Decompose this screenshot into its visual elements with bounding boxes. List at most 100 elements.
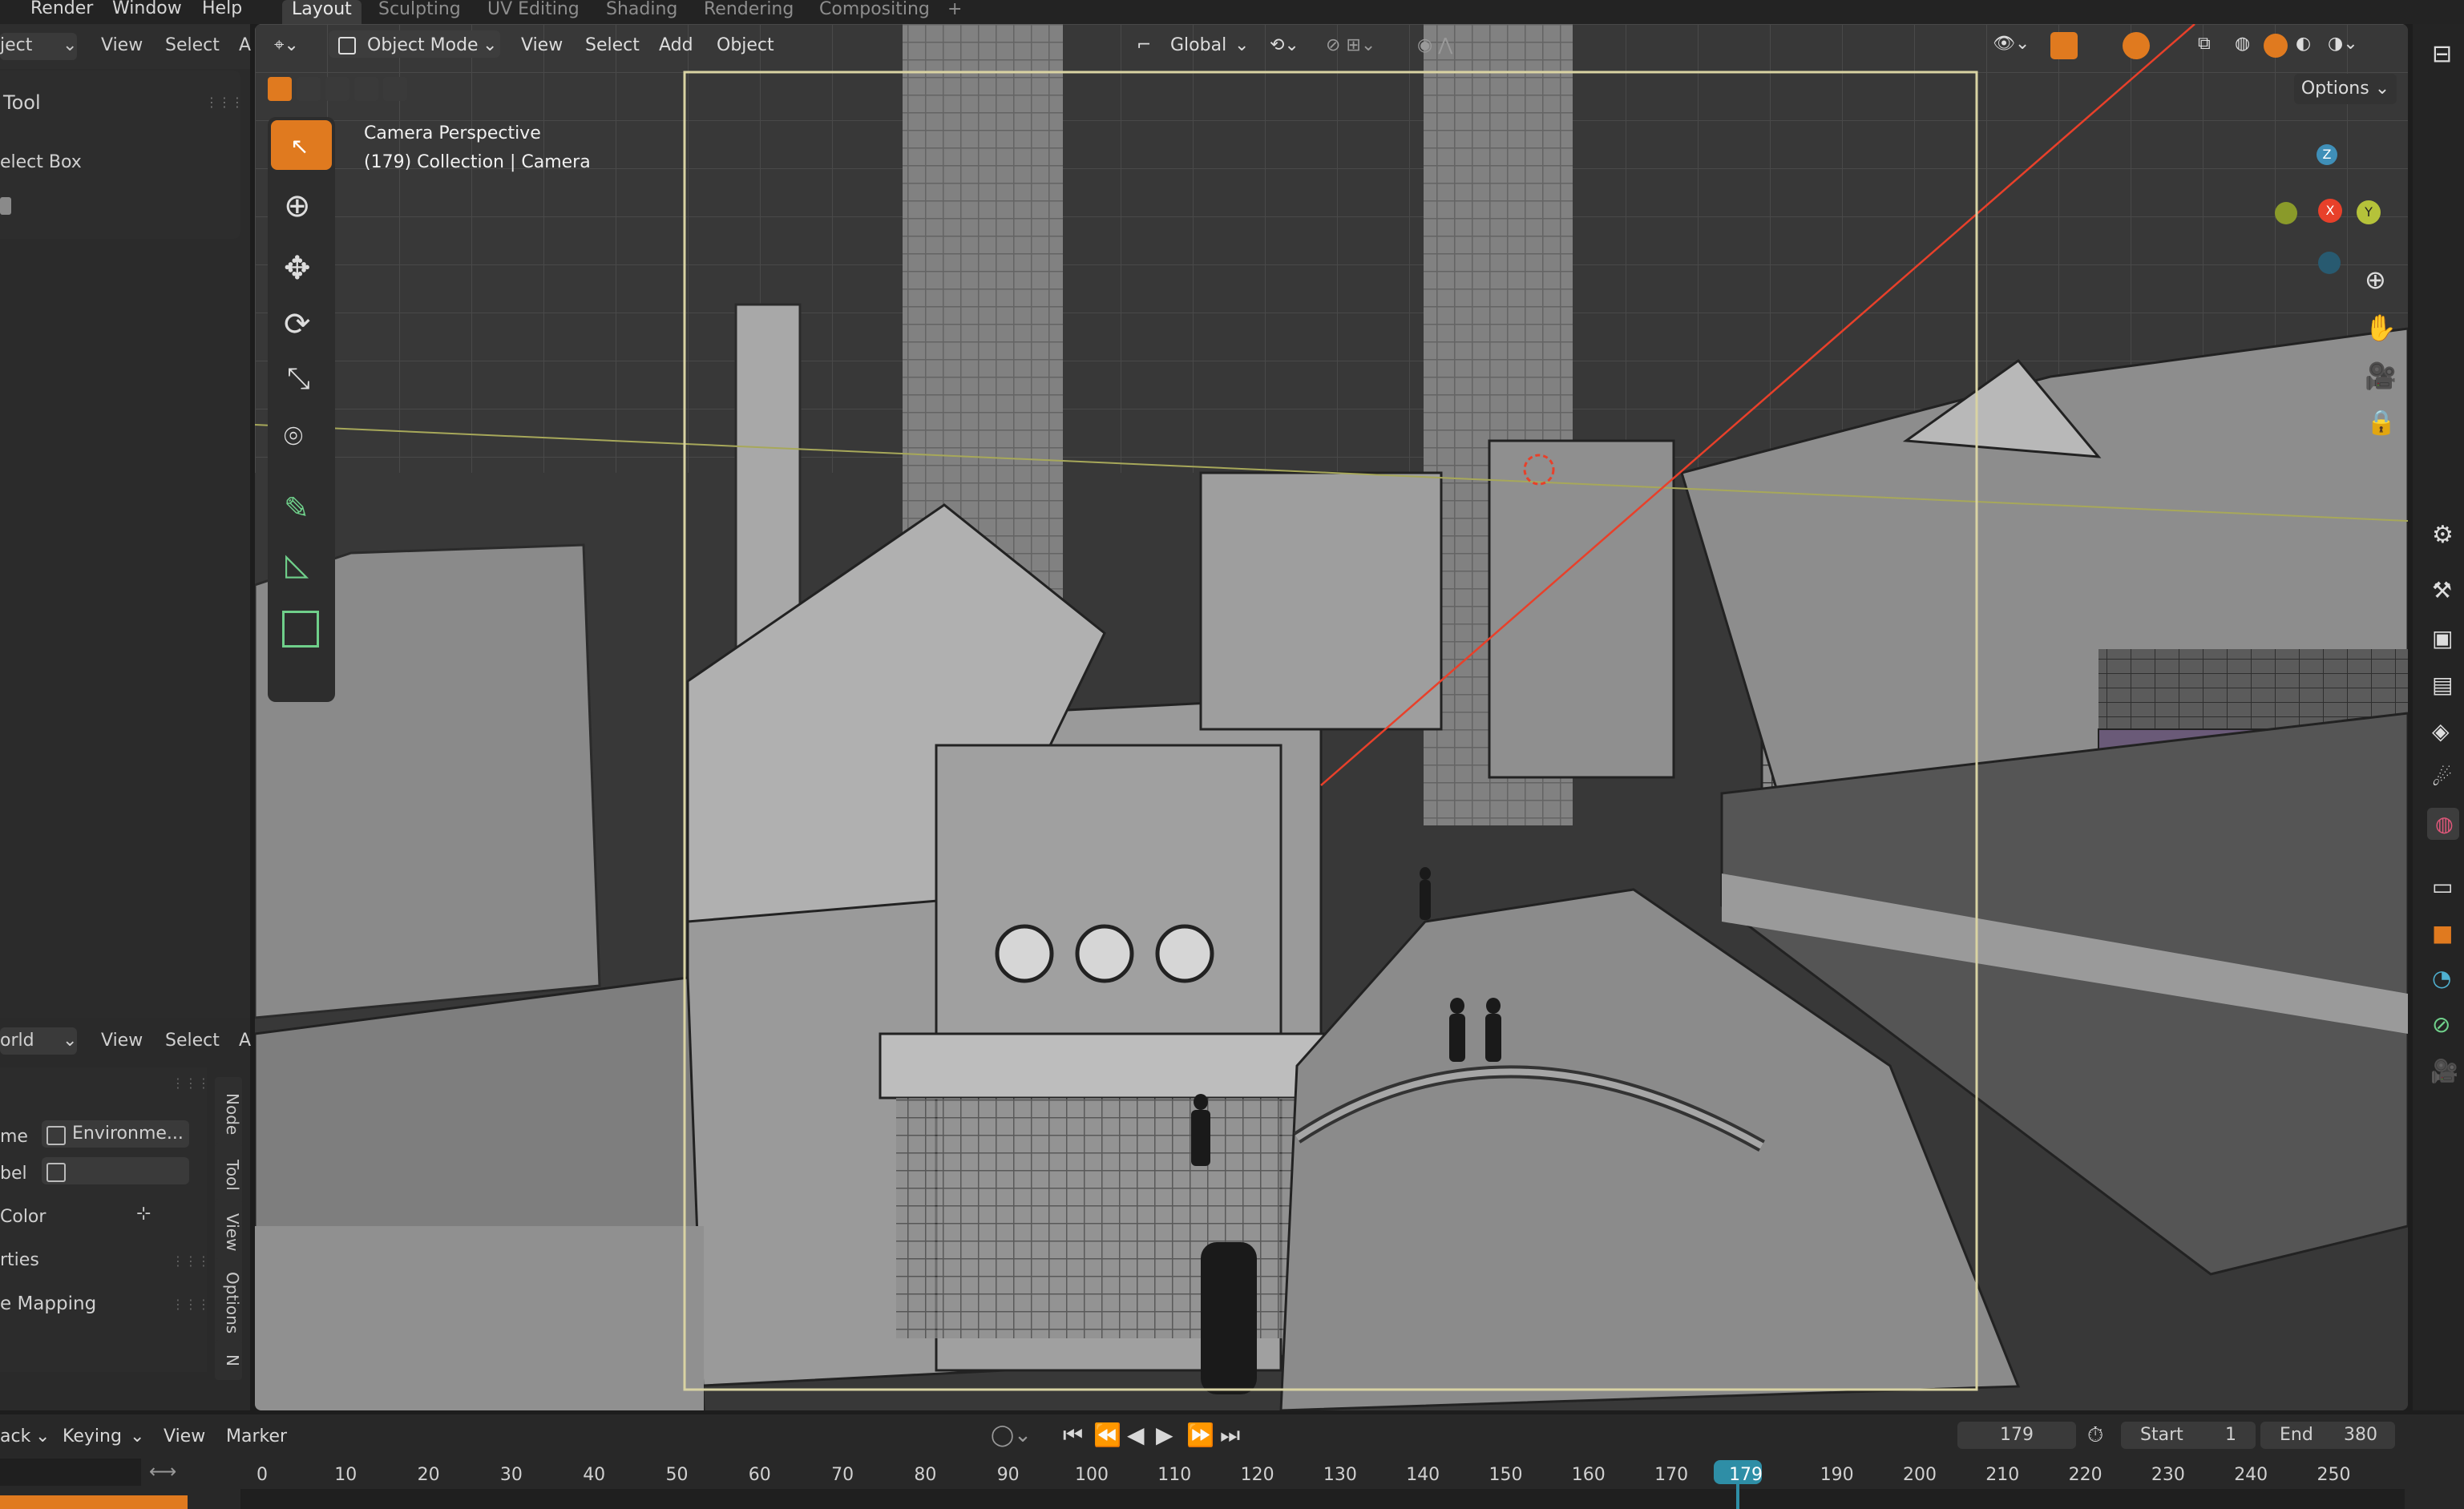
label-field[interactable] (42, 1157, 189, 1184)
timeline-view-menu[interactable]: View (164, 1426, 205, 1446)
select-intersect-icon[interactable] (383, 77, 407, 101)
color-picker-icon[interactable]: ⊹ (136, 1204, 151, 1224)
chevron-down-icon[interactable]: ⌄ (63, 1031, 77, 1051)
menu-help[interactable]: Help (202, 0, 242, 18)
scene-properties-icon[interactable]: ◈ (2432, 718, 2450, 744)
drag-handle-icon[interactable]: ⋮⋮⋮ (172, 1075, 210, 1091)
tab-shading[interactable]: Shading (596, 0, 687, 24)
timeline-scroll-indicator[interactable] (0, 1495, 188, 1509)
chevron-down-icon[interactable]: ⌄ (130, 1426, 144, 1446)
tool-icon[interactable] (0, 197, 11, 215)
constraint-icon[interactable]: ⊘ (2432, 1011, 2450, 1038)
add-cube-icon[interactable] (282, 611, 319, 648)
neg-y-axis-icon[interactable] (2275, 202, 2297, 224)
neg-z-axis-icon[interactable] (2318, 252, 2341, 274)
gizmo-toggle-icon[interactable] (2050, 32, 2078, 59)
scale-icon[interactable]: ⤡ (287, 362, 310, 396)
xray-icon[interactable]: ⧉ (2198, 34, 2211, 54)
options-button[interactable]: Options ⌄ (2294, 74, 2397, 104)
viewport-menu-add[interactable]: Add (659, 35, 693, 55)
transform-orientation-label[interactable]: Global (1170, 35, 1226, 55)
world-menu-select[interactable]: Select (165, 1031, 220, 1051)
material-shading-icon[interactable]: ◐ (2296, 34, 2311, 54)
play-icon[interactable]: ▶ (1156, 1422, 1173, 1448)
pivot-icon[interactable]: ⟲⌄ (1270, 35, 1299, 55)
select-subtract-icon[interactable] (325, 77, 349, 101)
side-tab-view[interactable]: View (215, 1199, 242, 1266)
jump-start-icon[interactable]: ⏮ (1063, 1422, 1083, 1449)
jump-keyframe-forward-icon[interactable]: ⏩ (1186, 1422, 1214, 1448)
object-properties-icon[interactable]: ■ (2432, 920, 2453, 946)
editor-type-icon[interactable]: ⌖⌄ (274, 35, 299, 55)
transform-icon[interactable]: ⌾ (284, 418, 303, 455)
tab-sculpting[interactable]: Sculpting (369, 0, 471, 24)
environment-field[interactable]: Environme... (42, 1120, 189, 1148)
solid-shading-icon[interactable] (2264, 34, 2288, 58)
y-axis-icon[interactable]: Y (2357, 200, 2381, 224)
select-extend-icon[interactable] (297, 77, 321, 101)
view-layer-icon[interactable]: ▤ (2432, 672, 2453, 698)
add-workspace-button[interactable]: + (938, 0, 971, 24)
visibility-icon[interactable]: 👁⌄ (1993, 34, 2030, 54)
physics-icon[interactable]: ☄ (2432, 765, 2452, 791)
drag-handle-icon[interactable]: ⋮⋮⋮ (205, 95, 244, 110)
tab-layout[interactable]: Layout (282, 0, 362, 24)
side-tab-options[interactable]: Options (215, 1258, 242, 1348)
timeline-track[interactable] (240, 1489, 2405, 1509)
x-axis-icon[interactable]: X (2318, 199, 2342, 223)
camera-icon[interactable]: 🎥 (2365, 361, 2397, 391)
outliner-icon[interactable]: ⊟ (2432, 40, 2452, 68)
stopwatch-icon[interactable]: ⏱ (2087, 1423, 2103, 1448)
viewport-menu-select[interactable]: Select (585, 35, 640, 55)
marker-menu[interactable]: Marker (226, 1426, 287, 1446)
tab-compositing[interactable]: Compositing (810, 0, 939, 24)
z-axis-icon[interactable]: Z (2317, 144, 2337, 165)
modifier-icon[interactable]: ◔ (2432, 965, 2451, 991)
lock-icon[interactable]: 🔒 (2366, 409, 2396, 437)
zoom-icon[interactable]: ⊕ (2365, 264, 2386, 295)
tab-rendering[interactable]: Rendering (694, 0, 803, 24)
auto-keying-icon[interactable]: ◯⌄ (991, 1423, 1032, 1447)
wireframe-shading-icon[interactable]: ◍ (2235, 34, 2250, 54)
snap-icon[interactable]: ⊘ ⊞⌄ (1326, 35, 1375, 55)
left-menu-view[interactable]: View (101, 35, 143, 55)
menu-render[interactable]: Render (30, 0, 93, 18)
world-menu-view[interactable]: View (101, 1031, 143, 1051)
rendered-shading-icon[interactable]: ◑⌄ (2328, 34, 2358, 54)
left-menu-a[interactable]: A (239, 35, 251, 55)
end-frame-field[interactable]: End 380 (2260, 1422, 2395, 1449)
menu-window[interactable]: Window (112, 0, 182, 18)
proportional-edit-icon[interactable]: ◉ ⋀ (1417, 35, 1452, 55)
world-menu-a[interactable]: A (239, 1031, 251, 1051)
collection-icon[interactable]: ▭ (2432, 874, 2453, 900)
horizontal-resize-icon[interactable]: ⟷ (149, 1460, 176, 1483)
drag-handle-icon[interactable]: ⋮⋮⋮ (172, 1297, 210, 1312)
transform-orientation-icon[interactable]: ⌐ (1137, 35, 1151, 55)
output-properties-icon[interactable]: ▣ (2432, 625, 2453, 652)
play-reverse-icon[interactable]: ◀ (1127, 1422, 1145, 1448)
drag-handle-icon[interactable]: ⋮⋮⋮ (172, 1253, 210, 1269)
tab-uv-editing[interactable]: UV Editing (478, 0, 589, 24)
rotate-icon[interactable]: ⟳ (284, 306, 311, 343)
move-icon[interactable]: ✥ (284, 250, 311, 287)
timeline-search-field[interactable] (0, 1459, 141, 1486)
tool-properties-icon[interactable]: ⚙ (2432, 521, 2454, 549)
current-frame-field[interactable]: 179 (1957, 1422, 2076, 1449)
render-properties-icon[interactable]: ⚒ (2432, 577, 2452, 603)
hand-icon[interactable]: ✋ (2365, 313, 2397, 343)
camera-data-icon[interactable]: 🎥 (2430, 1058, 2458, 1084)
measure-icon[interactable]: ◺ (285, 547, 309, 582)
annotate-icon[interactable]: ✎ (284, 490, 309, 526)
side-tab-tool[interactable]: Tool (215, 1143, 242, 1207)
overlay-toggle-icon[interactable] (2123, 32, 2150, 59)
mapping-label[interactable]: e Mapping (0, 1293, 96, 1314)
select-invert-icon[interactable] (354, 77, 378, 101)
viewport-menu-view[interactable]: View (521, 35, 563, 55)
keying-menu[interactable]: Keying (63, 1426, 122, 1446)
properties-label[interactable]: rties (0, 1250, 39, 1270)
jump-keyframe-back-icon[interactable]: ⏪ (1093, 1422, 1121, 1448)
side-tab-n[interactable]: N (215, 1340, 242, 1380)
cursor-icon[interactable]: ⊕ (284, 188, 311, 224)
chevron-down-icon[interactable]: ⌄ (1234, 35, 1249, 55)
chevron-down-icon[interactable]: ⌄ (35, 1426, 50, 1446)
